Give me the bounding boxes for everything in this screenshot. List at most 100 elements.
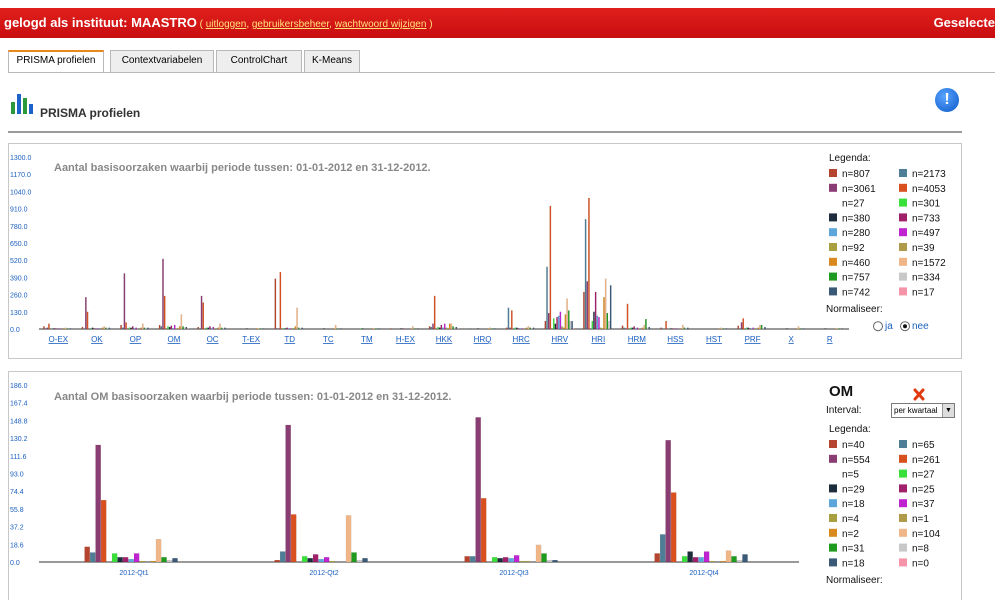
bar: [685, 328, 687, 330]
bar: [277, 328, 280, 330]
tab-underline: [8, 72, 995, 73]
chart-title: Aantal basisoorzaken waarbij periode tus…: [54, 162, 431, 174]
info-icon[interactable]: !: [935, 88, 959, 112]
bar: [162, 258, 164, 330]
bar: [136, 328, 139, 330]
bar: [128, 558, 134, 563]
bar: [167, 326, 169, 330]
x-tick-label: TM: [361, 335, 373, 344]
bar: [205, 327, 208, 330]
bar: [531, 328, 533, 330]
legend-swatch: [899, 213, 907, 222]
bar: [333, 328, 335, 330]
bar: [69, 328, 72, 330]
logout-link[interactable]: uitloggen: [206, 19, 247, 30]
bar: [509, 327, 511, 330]
bar: [175, 328, 178, 330]
chevron-down-icon[interactable]: ▼: [942, 404, 954, 417]
x-tick-label: OP: [130, 335, 142, 344]
interval-value: per kwartaal: [894, 406, 938, 415]
bar: [508, 558, 514, 563]
bar: [665, 320, 667, 330]
y-tick-label: 55.8: [10, 507, 24, 514]
bar: [202, 302, 205, 330]
interval-select[interactable]: per kwartaal ▼: [891, 403, 955, 418]
x-tick-label: 2012-Qt2: [309, 570, 338, 577]
bar: [294, 326, 297, 330]
bar: [336, 328, 339, 330]
x-tick-label: HST: [706, 335, 722, 344]
y-tick-label: 780.0: [10, 224, 28, 231]
bar: [572, 328, 575, 330]
bar: [222, 328, 225, 330]
bar: [373, 328, 376, 330]
legend-item: n=25: [912, 484, 935, 495]
bar: [621, 325, 624, 330]
bar: [522, 328, 525, 330]
bar: [301, 327, 303, 330]
bar: [625, 328, 627, 330]
bar: [106, 328, 109, 330]
legend-item: n=334: [912, 273, 941, 284]
change-password-link[interactable]: wachtwoord wijzigen: [335, 19, 427, 30]
bar: [796, 328, 798, 330]
bar: [609, 285, 612, 330]
bar: [108, 327, 111, 330]
bar: [747, 327, 750, 330]
y-tick-label: 186.0: [10, 383, 28, 390]
tab-k-means[interactable]: K-Means: [304, 50, 360, 72]
bar: [626, 303, 629, 330]
bar: [596, 315, 599, 330]
bar: [608, 320, 610, 330]
tab-prisma-profielen[interactable]: PRISMA profielen: [8, 50, 104, 73]
bar: [745, 327, 748, 330]
legend-swatch: [829, 440, 837, 448]
x-tick-label: TD: [284, 335, 295, 344]
legend-swatch: [899, 228, 907, 237]
bar: [762, 328, 765, 330]
bar: [797, 326, 800, 330]
bar: [757, 327, 760, 330]
top-header-bar: gelogd als instituut: MAASTRO ( uitlogge…: [0, 8, 995, 38]
bar: [433, 295, 436, 330]
legend-item: n=380: [842, 213, 871, 224]
bar: [334, 324, 337, 330]
bar: [111, 553, 118, 563]
bar: [287, 328, 290, 330]
bar: [737, 325, 740, 330]
y-tick-label: 37.2: [10, 525, 24, 532]
legend-swatch: [899, 169, 907, 177]
bar: [139, 560, 145, 563]
bar: [586, 281, 589, 330]
legend-swatch: [899, 257, 907, 266]
legend-item: n=0: [912, 558, 929, 569]
bar: [135, 327, 137, 330]
tab-controlchart[interactable]: ControlChart: [216, 50, 302, 72]
bar: [378, 328, 381, 330]
bar: [259, 328, 262, 330]
bar: [437, 326, 439, 330]
bar: [709, 560, 715, 563]
bar: [670, 492, 677, 563]
bar: [681, 556, 688, 563]
bar: [648, 326, 651, 330]
close-icon[interactable]: [913, 388, 925, 401]
legend-item: n=301: [912, 199, 941, 210]
bar: [567, 310, 570, 330]
bar: [54, 328, 57, 330]
bar: [623, 327, 626, 330]
legend-swatch: [829, 287, 837, 296]
bar: [279, 551, 286, 563]
user-management-link[interactable]: gebruikersbeheer: [252, 19, 329, 30]
bar: [443, 323, 446, 330]
legend-title: Legenda:: [829, 424, 871, 435]
legend-swatch: [829, 543, 837, 552]
bar: [360, 328, 362, 330]
normalize-radio-yes[interactable]: [873, 321, 883, 332]
tab-contextvariabelen[interactable]: Contextvariabelen: [110, 50, 214, 72]
bar: [447, 328, 449, 330]
y-tick-label: 520.0: [10, 258, 28, 265]
legend-swatch: [829, 169, 837, 177]
legend-title: Legenda:: [829, 153, 871, 164]
bar: [440, 324, 443, 330]
